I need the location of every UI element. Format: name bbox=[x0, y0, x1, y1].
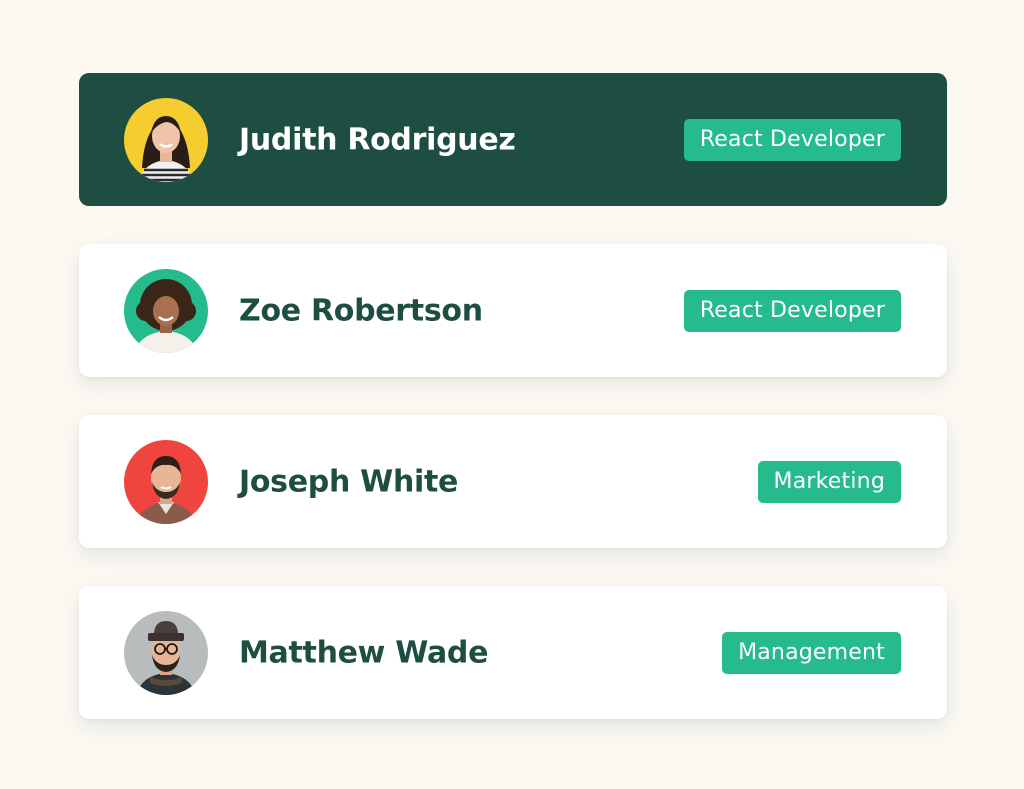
role-badge: React Developer bbox=[683, 289, 901, 332]
people-list: Judith Rodriguez React Developer Zoe Rob… bbox=[79, 73, 947, 757]
avatar bbox=[124, 268, 208, 353]
person-name: Judith Rodriguez bbox=[239, 122, 516, 157]
avatar-photo-icon bbox=[124, 439, 208, 524]
avatar bbox=[124, 610, 208, 695]
role-badge: Management bbox=[722, 631, 901, 674]
person-card-judith-rodriguez[interactable]: Judith Rodriguez React Developer bbox=[79, 73, 947, 206]
role-badge: React Developer bbox=[683, 118, 901, 161]
person-card-matthew-wade[interactable]: Matthew Wade Management bbox=[79, 586, 947, 719]
avatar bbox=[124, 439, 208, 524]
person-card-zoe-robertson[interactable]: Zoe Robertson React Developer bbox=[79, 244, 947, 377]
avatar-photo-icon bbox=[124, 610, 208, 695]
role-badge: Marketing bbox=[757, 460, 901, 503]
avatar bbox=[124, 97, 208, 182]
person-name: Matthew Wade bbox=[239, 635, 489, 670]
person-name: Joseph White bbox=[239, 464, 459, 499]
avatar-photo-icon bbox=[124, 97, 208, 182]
person-card-joseph-white[interactable]: Joseph White Marketing bbox=[79, 415, 947, 548]
avatar-photo-icon bbox=[124, 268, 208, 353]
person-name: Zoe Robertson bbox=[239, 293, 483, 328]
